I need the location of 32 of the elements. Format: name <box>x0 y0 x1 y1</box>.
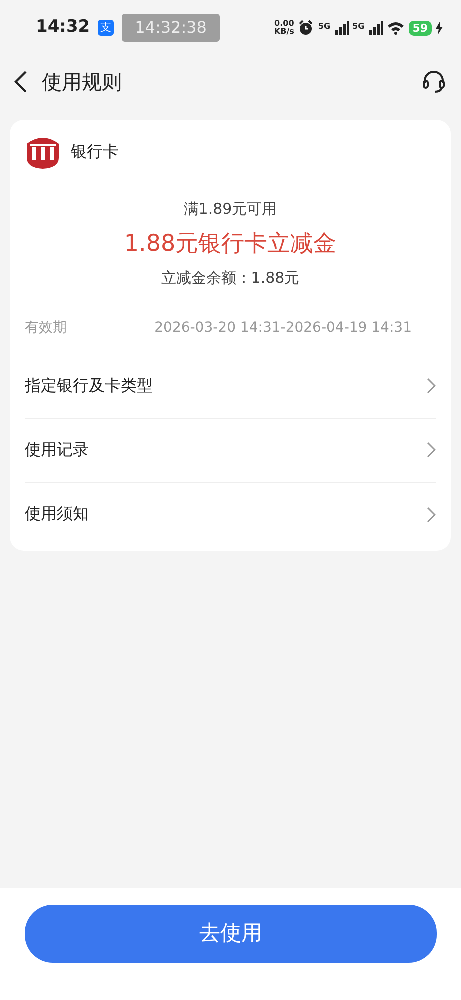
recording-timer: 14:32:38 <box>122 14 220 42</box>
voucher-amount: 1.88元银行卡立减金 <box>123 230 338 258</box>
menu-row[interactable]: 使用记录 <box>25 418 436 482</box>
row-label: 使用记录 <box>25 440 89 460</box>
speed-value: 0.00 <box>274 20 294 28</box>
use-button[interactable]: 去使用 <box>25 905 437 963</box>
validity-label: 有效期 <box>25 318 67 338</box>
row-label: 指定银行及卡类型 <box>25 376 153 396</box>
back-button[interactable] <box>14 70 28 94</box>
network-type: 5G <box>318 21 331 33</box>
alarm-icon <box>298 20 314 36</box>
signal-icon <box>368 21 383 35</box>
speed-unit: KB/s <box>274 28 294 36</box>
app-badge: 支 <box>98 20 114 36</box>
chevron-right-icon <box>427 378 436 394</box>
usage-condition: 满1.89元可用 <box>182 199 278 220</box>
menu-row[interactable]: 指定银行及卡类型 <box>25 354 436 418</box>
page-title: 使用规则 <box>42 69 122 96</box>
voucher-balance: 立减金余额：1.88元 <box>160 268 301 289</box>
battery-level: 59 <box>408 20 432 36</box>
row-label: 使用须知 <box>25 505 89 524</box>
chevron-right-icon <box>427 442 436 458</box>
customer-service-button[interactable] <box>421 69 447 95</box>
status-time: 14:32 <box>36 16 90 40</box>
signal-icon <box>334 21 349 35</box>
network-type: 5G <box>352 21 365 33</box>
menu-row[interactable]: 使用须知 <box>25 482 436 546</box>
bank-type-label: 银行卡 <box>71 141 119 163</box>
wifi-icon <box>386 21 405 35</box>
charging-icon <box>436 22 443 34</box>
validity-period: 2026-03-20 14:31-2026-04-19 14:31 <box>154 318 412 338</box>
chevron-right-icon <box>427 506 436 522</box>
